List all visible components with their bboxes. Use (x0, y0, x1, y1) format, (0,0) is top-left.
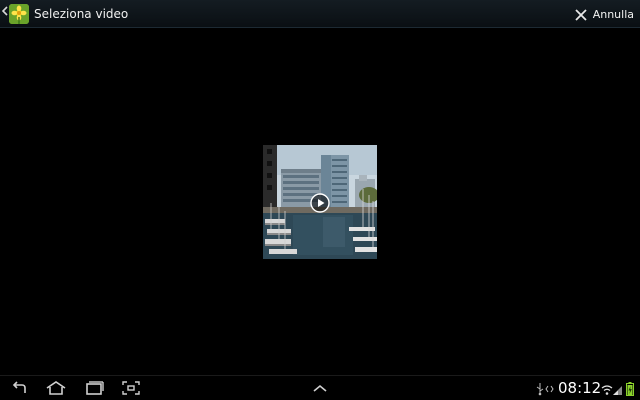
debug-icon (545, 381, 554, 400)
signal-icon (613, 381, 623, 400)
battery-icon (626, 381, 634, 400)
usb-icon (536, 381, 544, 400)
close-icon (574, 7, 588, 21)
screen-title: Seleziona video (34, 6, 129, 21)
play-icon (310, 193, 330, 213)
up-navigation[interactable] (0, 0, 29, 28)
wifi-icon (601, 381, 613, 400)
back-icon[interactable] (9, 379, 31, 397)
home-icon[interactable] (45, 379, 67, 397)
system-bar: 08:12 (0, 375, 640, 400)
status-clock: 08:12 (558, 379, 602, 397)
screen: Seleziona video Annulla 08:12 (0, 0, 640, 400)
screenshot-icon[interactable] (120, 379, 142, 397)
cancel-label: Annulla (592, 7, 634, 21)
cancel-button[interactable]: Annulla (574, 0, 634, 28)
gallery-flower-icon (9, 3, 29, 24)
expand-up-icon[interactable] (309, 379, 331, 397)
action-bar: Seleziona video Annulla (0, 0, 640, 28)
recent-apps-icon[interactable] (83, 379, 105, 397)
video-thumbnail[interactable] (263, 145, 377, 259)
chevron-left-icon (1, 0, 8, 28)
